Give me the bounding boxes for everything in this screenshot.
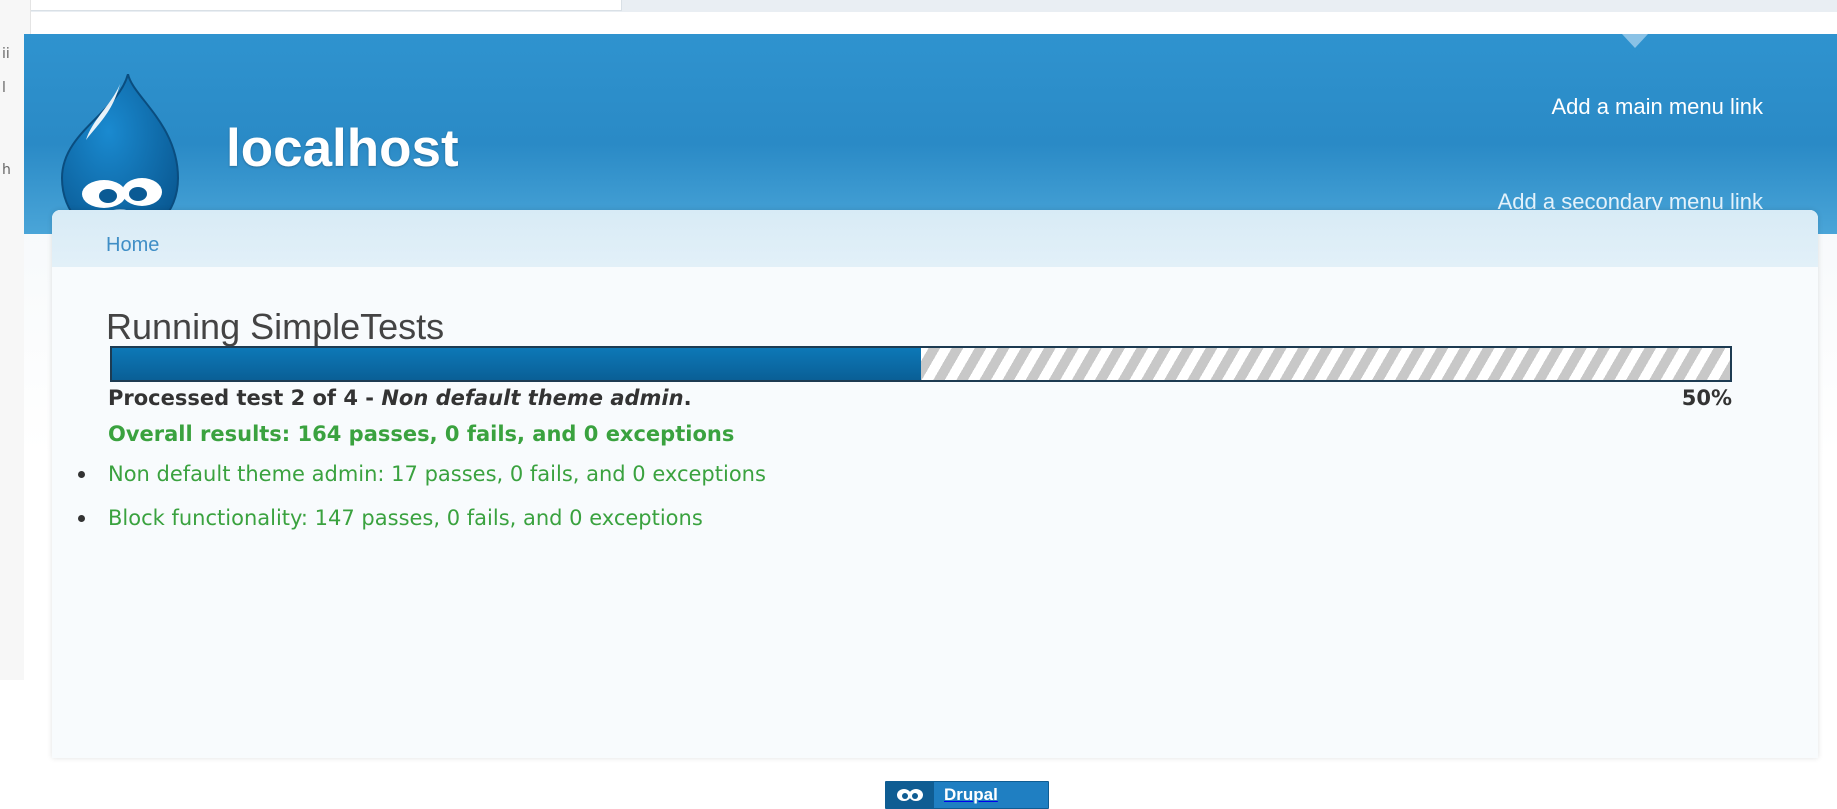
progress-message-suffix: . (683, 386, 692, 410)
background-glyph: ii (2, 46, 10, 62)
list-item: Non default theme admin: 17 passes, 0 fa… (72, 462, 766, 506)
progress-message-prefix: Processed test 2 of 4 - (108, 386, 382, 410)
bullet-icon (78, 471, 85, 478)
background-glyph: h (2, 162, 11, 178)
site-header: localhost Add a main menu link Add a sec… (24, 34, 1837, 240)
background-window-top (0, 0, 1837, 12)
progress-percentage: 50% (1681, 386, 1732, 410)
bullet-icon (78, 515, 85, 522)
background-tab (20, 0, 622, 11)
progress-current-test: Non default theme admin (381, 386, 684, 410)
powered-by-drupal-badge[interactable]: Drupal (885, 781, 1049, 809)
drupal-page: localhost Add a main menu link Add a sec… (24, 34, 1837, 809)
overall-results: Overall results: 164 passes, 0 fails, an… (108, 422, 735, 446)
page-title: Running SimpleTests (106, 306, 445, 347)
list-item: Block functionality: 147 passes, 0 fails… (72, 506, 766, 550)
powered-by-label: Drupal (944, 785, 998, 804)
results-list: Non default theme admin: 17 passes, 0 fa… (72, 462, 766, 550)
progress-message: Processed test 2 of 4 - Non default them… (108, 386, 692, 410)
site-name[interactable]: localhost (226, 122, 459, 175)
menu-notch (1622, 34, 1648, 48)
result-text: Non default theme admin: 17 passes, 0 fa… (108, 462, 766, 486)
breadcrumb-home-link[interactable]: Home (106, 234, 159, 257)
breadcrumb-bar: Home (52, 210, 1818, 267)
progress-bar-fill (112, 348, 921, 380)
background-glyph: l (2, 80, 6, 96)
result-text: Block functionality: 147 passes, 0 fails… (108, 506, 703, 530)
main-content: Home Running SimpleTests Processed test … (52, 210, 1818, 809)
progress-bar (110, 346, 1732, 382)
drupal-drop-icon (886, 782, 934, 808)
main-menu-link[interactable]: Add a main menu link (1551, 94, 1763, 120)
